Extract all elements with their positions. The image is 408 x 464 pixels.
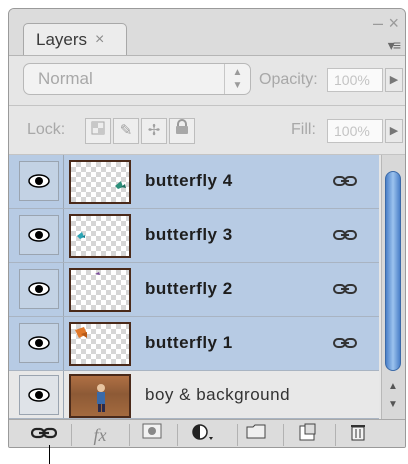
visibility-toggle[interactable] — [19, 323, 59, 363]
layer-name[interactable]: boy & background — [145, 385, 290, 405]
fill-arrow-icon[interactable]: ▶ — [385, 119, 403, 143]
scrollbar-thumb[interactable] — [385, 171, 401, 371]
layers-panel: Layers × – × ▾≡ Normal ▲ ▼ Opacity: 100% … — [8, 8, 406, 448]
layer-thumbnail — [69, 374, 131, 418]
fx-icon[interactable]: fx — [85, 423, 115, 447]
layer-row[interactable]: butterfly 1 — [9, 317, 379, 371]
fill-field[interactable]: 100% — [327, 119, 383, 143]
callout-line — [49, 445, 50, 464]
panel-titlebar: Layers × – × ▾≡ — [9, 9, 405, 56]
link-layers-icon[interactable] — [29, 423, 59, 447]
link-icon — [333, 176, 357, 186]
visibility-toggle[interactable] — [19, 161, 59, 201]
link-icon — [333, 230, 357, 240]
lock-row: Lock: ✎ ✢ Fill: 100% ▶ — [9, 106, 405, 155]
lock-image-icon[interactable]: ✎ — [113, 118, 139, 144]
visibility-toggle[interactable] — [19, 215, 59, 255]
link-icon — [333, 284, 357, 294]
layer-row[interactable]: boy & background — [9, 371, 379, 419]
eye-icon — [28, 282, 50, 296]
scroll-up-icon[interactable]: ▲ — [388, 381, 398, 392]
new-group-icon[interactable] — [241, 423, 271, 447]
blend-mode-value: Normal — [38, 69, 93, 88]
visibility-toggle[interactable] — [19, 269, 59, 309]
adjustment-layer-icon[interactable] — [187, 423, 217, 447]
tab-label: Layers — [36, 29, 88, 49]
blend-row: Normal ▲ ▼ Opacity: 100% ▶ — [9, 55, 405, 106]
layer-name[interactable]: butterfly 1 — [145, 333, 233, 353]
layer-thumbnail — [69, 268, 131, 312]
fill-label: Fill: — [291, 121, 316, 138]
minimize-icon[interactable]: – — [373, 13, 383, 34]
layer-row[interactable]: butterfly 3 — [9, 209, 379, 263]
layer-list: butterfly 4 butterfly 3 butterfly 2 butt… — [9, 155, 379, 419]
layer-name[interactable]: butterfly 2 — [145, 279, 233, 299]
trash-icon[interactable] — [343, 423, 373, 447]
lock-transparency-icon[interactable] — [85, 118, 111, 144]
layer-name[interactable]: butterfly 3 — [145, 225, 233, 245]
lock-label: Lock: — [27, 121, 66, 138]
opacity-field[interactable]: 100% — [327, 68, 383, 92]
tab-close-icon[interactable]: × — [95, 31, 104, 49]
layer-name[interactable]: butterfly 4 — [145, 171, 233, 191]
opacity-arrow-icon[interactable]: ▶ — [385, 68, 403, 92]
tab-layers[interactable]: Layers × — [23, 23, 127, 55]
layer-thumbnail — [69, 322, 131, 366]
link-icon — [333, 338, 357, 348]
layer-thumbnail — [69, 214, 131, 258]
scroll-down-icon[interactable]: ▼ — [388, 399, 398, 410]
close-icon[interactable]: × — [388, 13, 399, 34]
layer-thumbnail — [69, 160, 131, 204]
layer-row[interactable]: butterfly 4 — [9, 155, 379, 209]
opacity-label: Opacity: — [259, 71, 318, 88]
visibility-toggle[interactable] — [19, 375, 59, 415]
lock-position-icon[interactable]: ✢ — [141, 118, 167, 144]
panel-menu-icon[interactable]: ▾≡ — [388, 37, 401, 54]
layer-row[interactable]: butterfly 2 — [9, 263, 379, 317]
lock-all-icon[interactable] — [169, 118, 195, 144]
eye-icon — [28, 388, 50, 402]
panel-footer: fx — [9, 419, 405, 447]
blend-mode-select[interactable]: Normal ▲ ▼ — [23, 63, 251, 95]
eye-icon — [28, 228, 50, 242]
layers-scrollbar[interactable]: ▲ ▼ — [381, 155, 405, 419]
new-layer-icon[interactable] — [293, 423, 323, 447]
eye-icon — [28, 336, 50, 350]
layer-mask-icon[interactable] — [137, 423, 167, 447]
updown-arrows-icon: ▲ ▼ — [224, 64, 250, 94]
eye-icon — [28, 174, 50, 188]
